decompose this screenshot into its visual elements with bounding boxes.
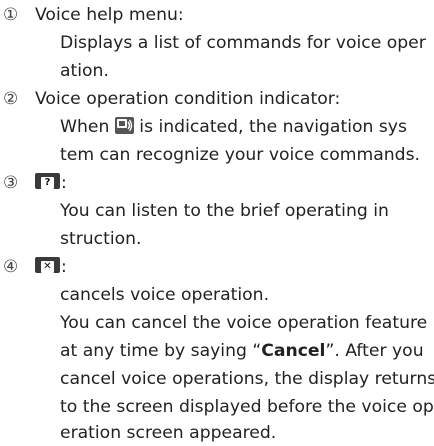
item-4-para-2: at any time by saying “Cancel”. After yo… — [60, 338, 424, 364]
question-button-icon: ? — [35, 173, 60, 189]
item-2-number: ② — [3, 89, 19, 109]
item-4-para-2-after: ”. After you — [325, 341, 424, 361]
item-1-body-text-1: Displays a list of commands for voice op… — [60, 33, 426, 53]
item-1-title: Voice help menu: — [35, 5, 184, 25]
cancel-command-word: Cancel — [261, 341, 326, 361]
item-4-button-wrap: ✕: — [35, 254, 67, 280]
item-1-body-text-2: ation. — [60, 61, 109, 81]
item-2-body-after: is indicated, the navigation sys — [133, 117, 407, 137]
item-4-para-5: eration screen appeared. — [60, 423, 277, 443]
item-2-body-text-1: When is indicated, the navigation sys — [60, 114, 407, 140]
manual-page: ① Voice help menu: Displays a list of co… — [0, 0, 434, 446]
item-4-number: ④ — [3, 257, 19, 277]
item-2-title: Voice operation condition indicator: — [35, 89, 341, 109]
microphone-speech-icon — [114, 116, 134, 134]
item-3-number: ③ — [3, 173, 19, 193]
item-4-para-1: You can cancel the voice operation featu… — [60, 313, 428, 333]
item-4-body-short: cancels voice operation. — [60, 285, 270, 305]
item-1-number: ① — [3, 5, 19, 25]
item-2-body-before: When — [60, 117, 115, 137]
item-4-para-4: to the screen displayed before the voice… — [60, 397, 434, 417]
item-4-para-3: cancel voice operations, the display ret… — [60, 369, 434, 389]
cancel-x-button-icon: ✕ — [35, 257, 60, 273]
item-3-body-text-1: You can listen to the brief operating in — [60, 201, 389, 221]
item-3-button-wrap: ?: — [35, 170, 67, 196]
item-2-body-text-2: tem can recognize your voice commands. — [60, 145, 420, 165]
item-3-body-text-2: struction. — [60, 229, 142, 249]
item-4-para-2-before: at any time by saying “ — [60, 341, 262, 361]
